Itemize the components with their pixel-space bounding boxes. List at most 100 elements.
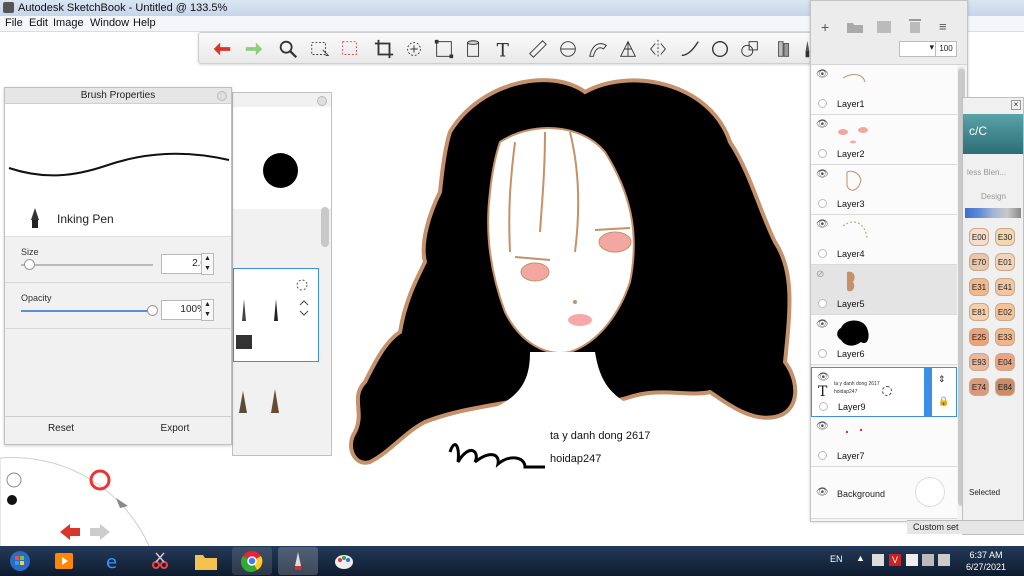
blend-mode-select[interactable]: ▾ — [899, 41, 939, 57]
layer-radio[interactable] — [818, 249, 827, 258]
undo-icon[interactable] — [209, 37, 235, 61]
eye-icon[interactable]: 👁 — [816, 319, 829, 330]
tray-app-icon[interactable] — [872, 554, 884, 566]
layer-item[interactable]: 👁 Layer1 — [811, 65, 957, 115]
copic-color-strip[interactable] — [965, 208, 1021, 218]
eye-hidden-icon[interactable]: ⊘ — [816, 269, 824, 280]
layer-item[interactable]: 👁 Layer3 — [811, 165, 957, 215]
symmetry-icon[interactable] — [645, 37, 671, 61]
eye-icon[interactable]: 👁 — [816, 487, 829, 498]
layer-item[interactable]: 👁 Layer6 — [811, 315, 957, 365]
copic-swatch[interactable]: E30 — [995, 228, 1015, 246]
eye-icon[interactable]: 👁 — [816, 169, 829, 180]
snipping-tool-icon[interactable] — [140, 547, 180, 575]
layer-radio[interactable] — [818, 349, 827, 358]
copic-swatch[interactable]: E84 — [995, 378, 1015, 396]
layer-radio[interactable] — [818, 199, 827, 208]
copic-swatch[interactable]: E74 — [969, 378, 989, 396]
size-stepper[interactable]: ▲ ▼ — [201, 253, 214, 275]
start-button[interactable] — [0, 547, 40, 575]
canvas-artwork[interactable] — [330, 62, 810, 492]
clock[interactable]: 6:37 AM 6/27/2021 — [966, 549, 1006, 573]
add-layer-icon[interactable]: + — [821, 19, 829, 35]
fill-icon[interactable] — [461, 37, 487, 61]
text-icon[interactable]: T — [491, 37, 517, 61]
layer-radio[interactable] — [818, 299, 827, 308]
ruler-icon[interactable] — [525, 37, 551, 61]
layer-item[interactable]: 👁 Layer4 — [811, 215, 957, 265]
menu-image[interactable]: Image — [53, 17, 84, 29]
opacity-slider[interactable] — [21, 310, 153, 312]
perspective-icon[interactable] — [615, 37, 641, 61]
brush-selection-box[interactable] — [233, 268, 319, 362]
copic-swatch[interactable]: E31 — [969, 278, 989, 296]
image-icon[interactable] — [877, 21, 891, 33]
copic-icon[interactable] — [771, 37, 797, 61]
lock-icon[interactable]: 🔒 — [938, 396, 949, 407]
layer-radio[interactable] — [818, 451, 827, 460]
lagoon-menu[interactable] — [0, 428, 180, 548]
internet-explorer-icon[interactable]: e — [94, 547, 134, 575]
volume-icon[interactable] — [938, 554, 950, 566]
paint-icon[interactable] — [324, 547, 364, 575]
copic-swatch[interactable]: E70 — [969, 253, 989, 271]
trash-icon[interactable] — [909, 19, 921, 33]
background-color-swatch[interactable] — [915, 477, 945, 507]
menu-edit[interactable]: Edit — [29, 17, 48, 29]
distort-icon[interactable] — [431, 37, 457, 61]
copic-swatch[interactable]: E02 — [995, 303, 1015, 321]
select-icon[interactable] — [307, 37, 333, 61]
layer-item-selected[interactable]: 👁 T ta y danh dong 2617 hoidap247 ⇕ 🔒 La… — [811, 367, 957, 417]
media-player-icon[interactable] — [44, 547, 84, 575]
layer-item[interactable]: 👁 Layer7 — [811, 417, 957, 467]
lasso-select-icon[interactable] — [337, 37, 363, 61]
ellipse-guide-icon[interactable] — [555, 37, 581, 61]
layer-opacity-field[interactable]: 100 — [935, 41, 957, 57]
opacity-slider-knob[interactable] — [147, 305, 158, 316]
chrome-icon[interactable] — [232, 547, 272, 575]
layer-menu-icon[interactable]: ≡ — [939, 19, 947, 34]
sketchbook-taskbar-icon[interactable] — [278, 547, 318, 575]
eye-icon[interactable]: 👁 — [817, 372, 830, 383]
file-explorer-icon[interactable] — [186, 547, 226, 575]
close-icon[interactable] — [317, 96, 327, 106]
folder-icon[interactable] — [847, 21, 863, 33]
brush-library-scrollbar[interactable] — [321, 207, 329, 247]
language-indicator[interactable]: EN — [830, 554, 843, 564]
close-icon[interactable] — [217, 91, 227, 101]
french-curve-icon[interactable] — [585, 37, 611, 61]
size-slider[interactable] — [21, 264, 153, 266]
layer-item[interactable]: 👁 Layer2 — [811, 115, 957, 165]
copic-swatch[interactable]: E81 — [969, 303, 989, 321]
redo-icon[interactable] — [241, 37, 267, 61]
layer-radio[interactable] — [819, 402, 828, 411]
copic-swatch[interactable]: E41 — [995, 278, 1015, 296]
eye-icon[interactable]: 👁 — [816, 69, 829, 80]
menu-file[interactable]: File — [5, 17, 23, 29]
network-icon[interactable] — [922, 554, 934, 566]
close-icon[interactable]: × — [1011, 100, 1021, 110]
copic-swatch[interactable]: E93 — [969, 353, 989, 371]
eye-icon[interactable]: 👁 — [816, 119, 829, 130]
tray-v-icon[interactable]: V — [889, 554, 901, 566]
background-layer[interactable]: 👁 Background — [811, 467, 957, 519]
menu-help[interactable]: Help — [133, 17, 156, 29]
copic-swatch[interactable]: E25 — [969, 328, 989, 346]
eye-icon[interactable]: 👁 — [816, 421, 829, 432]
copic-swatch[interactable]: E00 — [969, 228, 989, 246]
transform-icon[interactable] — [882, 386, 892, 396]
copic-swatch[interactable]: E33 — [995, 328, 1015, 346]
move-icon[interactable]: ⇕ — [938, 374, 946, 385]
custom-set-bar[interactable]: Custom set — [907, 520, 1024, 534]
layer-radio[interactable] — [818, 99, 827, 108]
opacity-stepper[interactable]: ▲ ▼ — [201, 299, 214, 321]
transform-icon[interactable] — [401, 37, 427, 61]
menu-window[interactable]: Window — [90, 17, 129, 29]
layer-radio[interactable] — [818, 149, 827, 158]
crop-icon[interactable] — [371, 37, 397, 61]
zoom-icon[interactable] — [275, 37, 301, 61]
shape-tools-icon[interactable] — [737, 37, 763, 61]
tray-flag-icon[interactable] — [906, 554, 918, 566]
tray-expand-icon[interactable]: ▲ — [856, 553, 865, 563]
layer-item[interactable]: ⊘ Layer5 — [811, 265, 957, 315]
